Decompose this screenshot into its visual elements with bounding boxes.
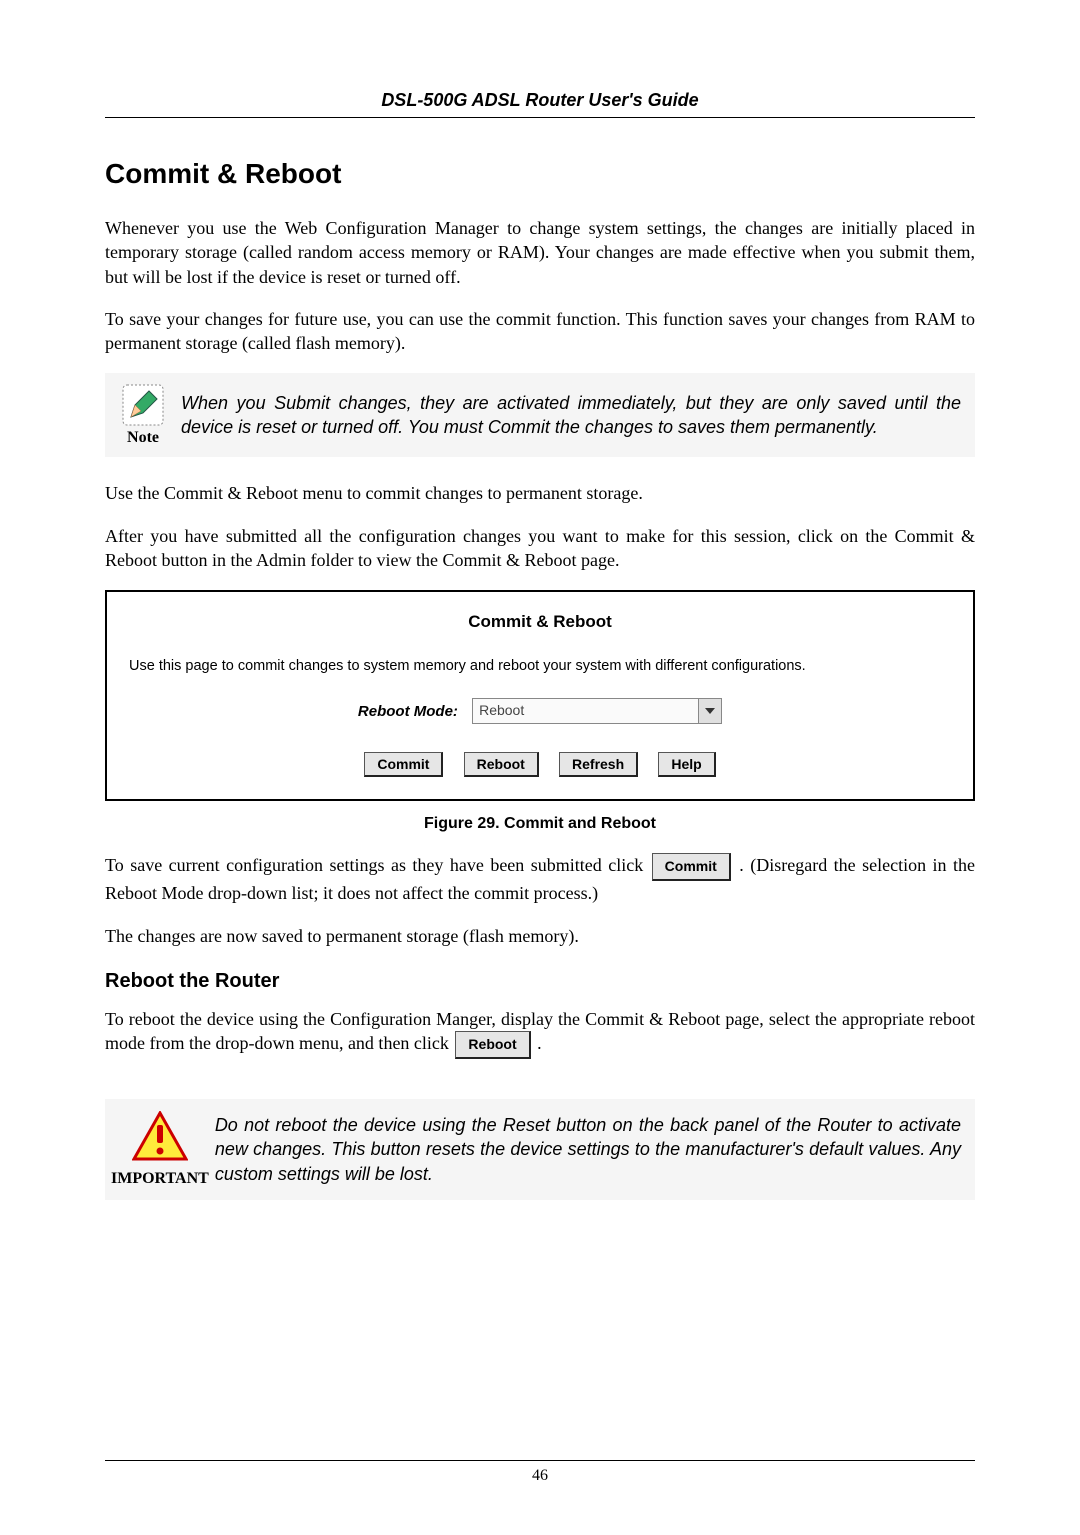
section-heading: Commit & Reboot (105, 158, 975, 190)
inline-commit-button[interactable]: Commit (652, 853, 731, 881)
chevron-down-icon (705, 708, 715, 714)
body-paragraph: The changes are now saved to permanent s… (105, 924, 975, 948)
body-paragraph: To reboot the device using the Configura… (105, 1007, 975, 1059)
important-icon-cell: IMPORTANT (105, 1099, 215, 1200)
warning-icon (132, 1111, 188, 1161)
body-paragraph: After you have submitted all the configu… (105, 524, 975, 573)
ui-button-row: Commit Reboot Refresh Help (129, 752, 951, 777)
reboot-mode-dropdown-button[interactable] (698, 699, 721, 723)
text-fragment: To save current configuration settings a… (105, 855, 650, 875)
commit-button[interactable]: Commit (364, 752, 443, 777)
footer-rule (105, 1460, 975, 1461)
figure-caption: Figure 29. Commit and Reboot (105, 815, 975, 833)
note-icon-cell: Note (105, 373, 181, 457)
note-text: When you Submit changes, they are activa… (181, 377, 975, 454)
page-header-title: DSL-500G ADSL Router User's Guide (105, 90, 975, 111)
reboot-mode-selected-value: Reboot (473, 699, 698, 723)
text-fragment: . (537, 1033, 542, 1053)
note-label: Note (121, 429, 165, 447)
ui-description: Use this page to commit changes to syste… (129, 658, 951, 674)
pencil-icon (121, 383, 165, 427)
reboot-button[interactable]: Reboot (464, 752, 539, 777)
reboot-mode-row: Reboot Mode: Reboot (129, 698, 951, 724)
important-label: IMPORTANT (111, 1170, 209, 1188)
commit-reboot-screenshot: Commit & Reboot Use this page to commit … (105, 590, 975, 801)
important-callout: IMPORTANT Do not reboot the device using… (105, 1099, 975, 1200)
inline-reboot-button[interactable]: Reboot (455, 1031, 530, 1059)
reboot-mode-label: Reboot Mode: (358, 703, 458, 720)
refresh-button[interactable]: Refresh (559, 752, 638, 777)
document-page: DSL-500G ADSL Router User's Guide Commit… (0, 0, 1080, 1535)
help-button[interactable]: Help (658, 752, 715, 777)
body-paragraph: Whenever you use the Web Configuration M… (105, 216, 975, 289)
note-callout: Note When you Submit changes, they are a… (105, 373, 975, 457)
body-paragraph: Use the Commit & Reboot menu to commit c… (105, 481, 975, 505)
page-number: 46 (105, 1467, 975, 1485)
ui-title: Commit & Reboot (129, 612, 951, 632)
reboot-mode-select[interactable]: Reboot (472, 698, 722, 724)
subsection-heading: Reboot the Router (105, 970, 975, 993)
body-paragraph: To save current configuration settings a… (105, 853, 975, 905)
body-paragraph: To save your changes for future use, you… (105, 307, 975, 356)
header-rule (105, 117, 975, 118)
important-text: Do not reboot the device using the Reset… (215, 1099, 975, 1200)
